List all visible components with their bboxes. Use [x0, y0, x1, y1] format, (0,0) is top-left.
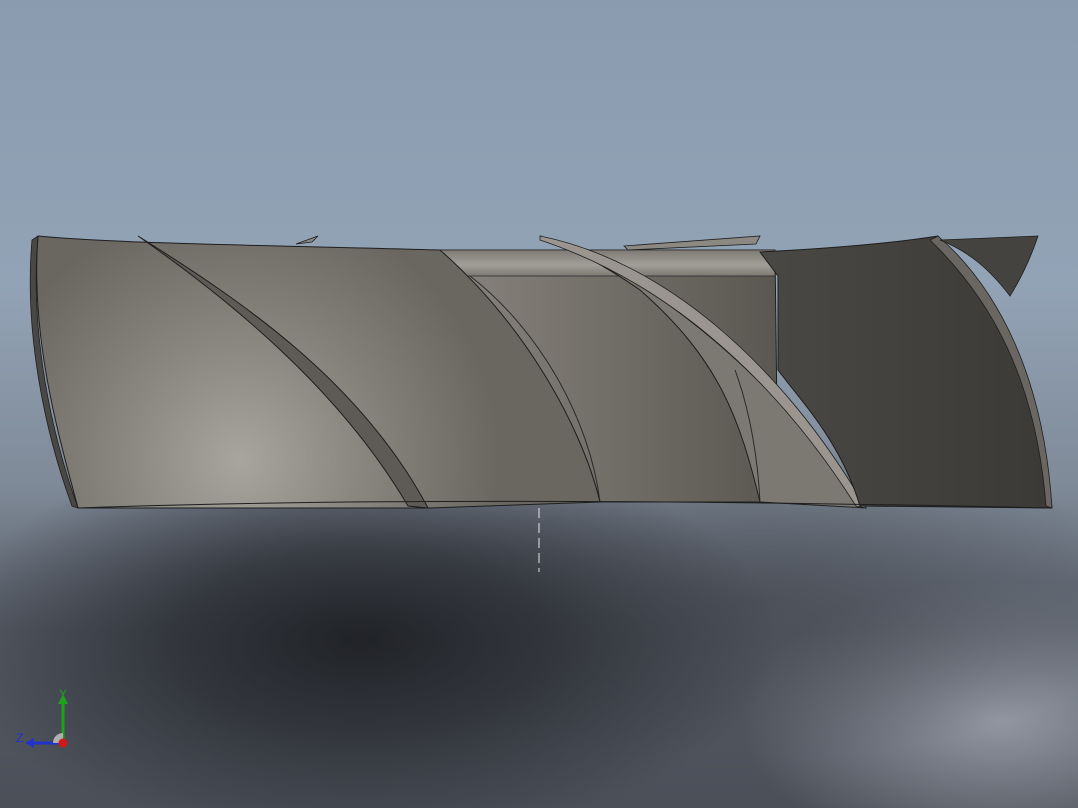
blade-tip-small	[295, 235, 319, 245]
blade-tip-top	[623, 235, 761, 251]
fan-blade-model[interactable]	[0, 0, 1078, 808]
triad-z-label: Z	[16, 731, 24, 745]
orientation-triad[interactable]: Y Z	[14, 686, 74, 750]
graphics-viewport[interactable]: Y Z	[0, 0, 1078, 808]
triad-y-label: Y	[59, 687, 68, 701]
